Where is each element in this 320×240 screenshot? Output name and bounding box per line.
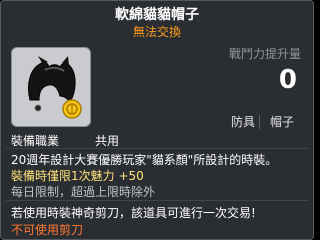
item-description: 20週年設計大賽優勝玩家"貓系顏"所設計的時裝。 bbox=[11, 153, 278, 167]
item-name: 軟綿貓貓帽子 bbox=[115, 7, 199, 23]
job-label: 裝備職業 bbox=[11, 134, 60, 148]
tag-armor: 防具 bbox=[231, 115, 256, 129]
daily-limit: 每日限制，超過上限時除外 bbox=[11, 185, 156, 199]
scissors-status: 不可使用剪刀 bbox=[11, 223, 84, 237]
trade-status: 無法交換 bbox=[132, 25, 181, 39]
divider bbox=[6, 200, 308, 201]
gold-coin-badge-icon bbox=[62, 99, 82, 119]
tag-separator bbox=[259, 115, 260, 129]
item-icon-frame bbox=[11, 47, 91, 127]
combat-power-label: 戰鬥力提升量 bbox=[228, 47, 301, 61]
scissors-note: 若使用時裝神奇剪刀，該道具可進行一次交易! bbox=[11, 206, 256, 220]
divider bbox=[6, 148, 308, 149]
tag-hat: 帽子 bbox=[270, 115, 295, 129]
combat-power-value: 0 bbox=[278, 65, 297, 95]
item-tooltip: 軟綿貓貓帽子 無法交換 戰鬥力提升量 0 防具 帽子 裝備職業 共用 20週年設… bbox=[0, 0, 314, 240]
item-effect: 裝備時僅限1次魅力 +50 bbox=[11, 169, 144, 183]
job-value: 共用 bbox=[95, 134, 120, 148]
